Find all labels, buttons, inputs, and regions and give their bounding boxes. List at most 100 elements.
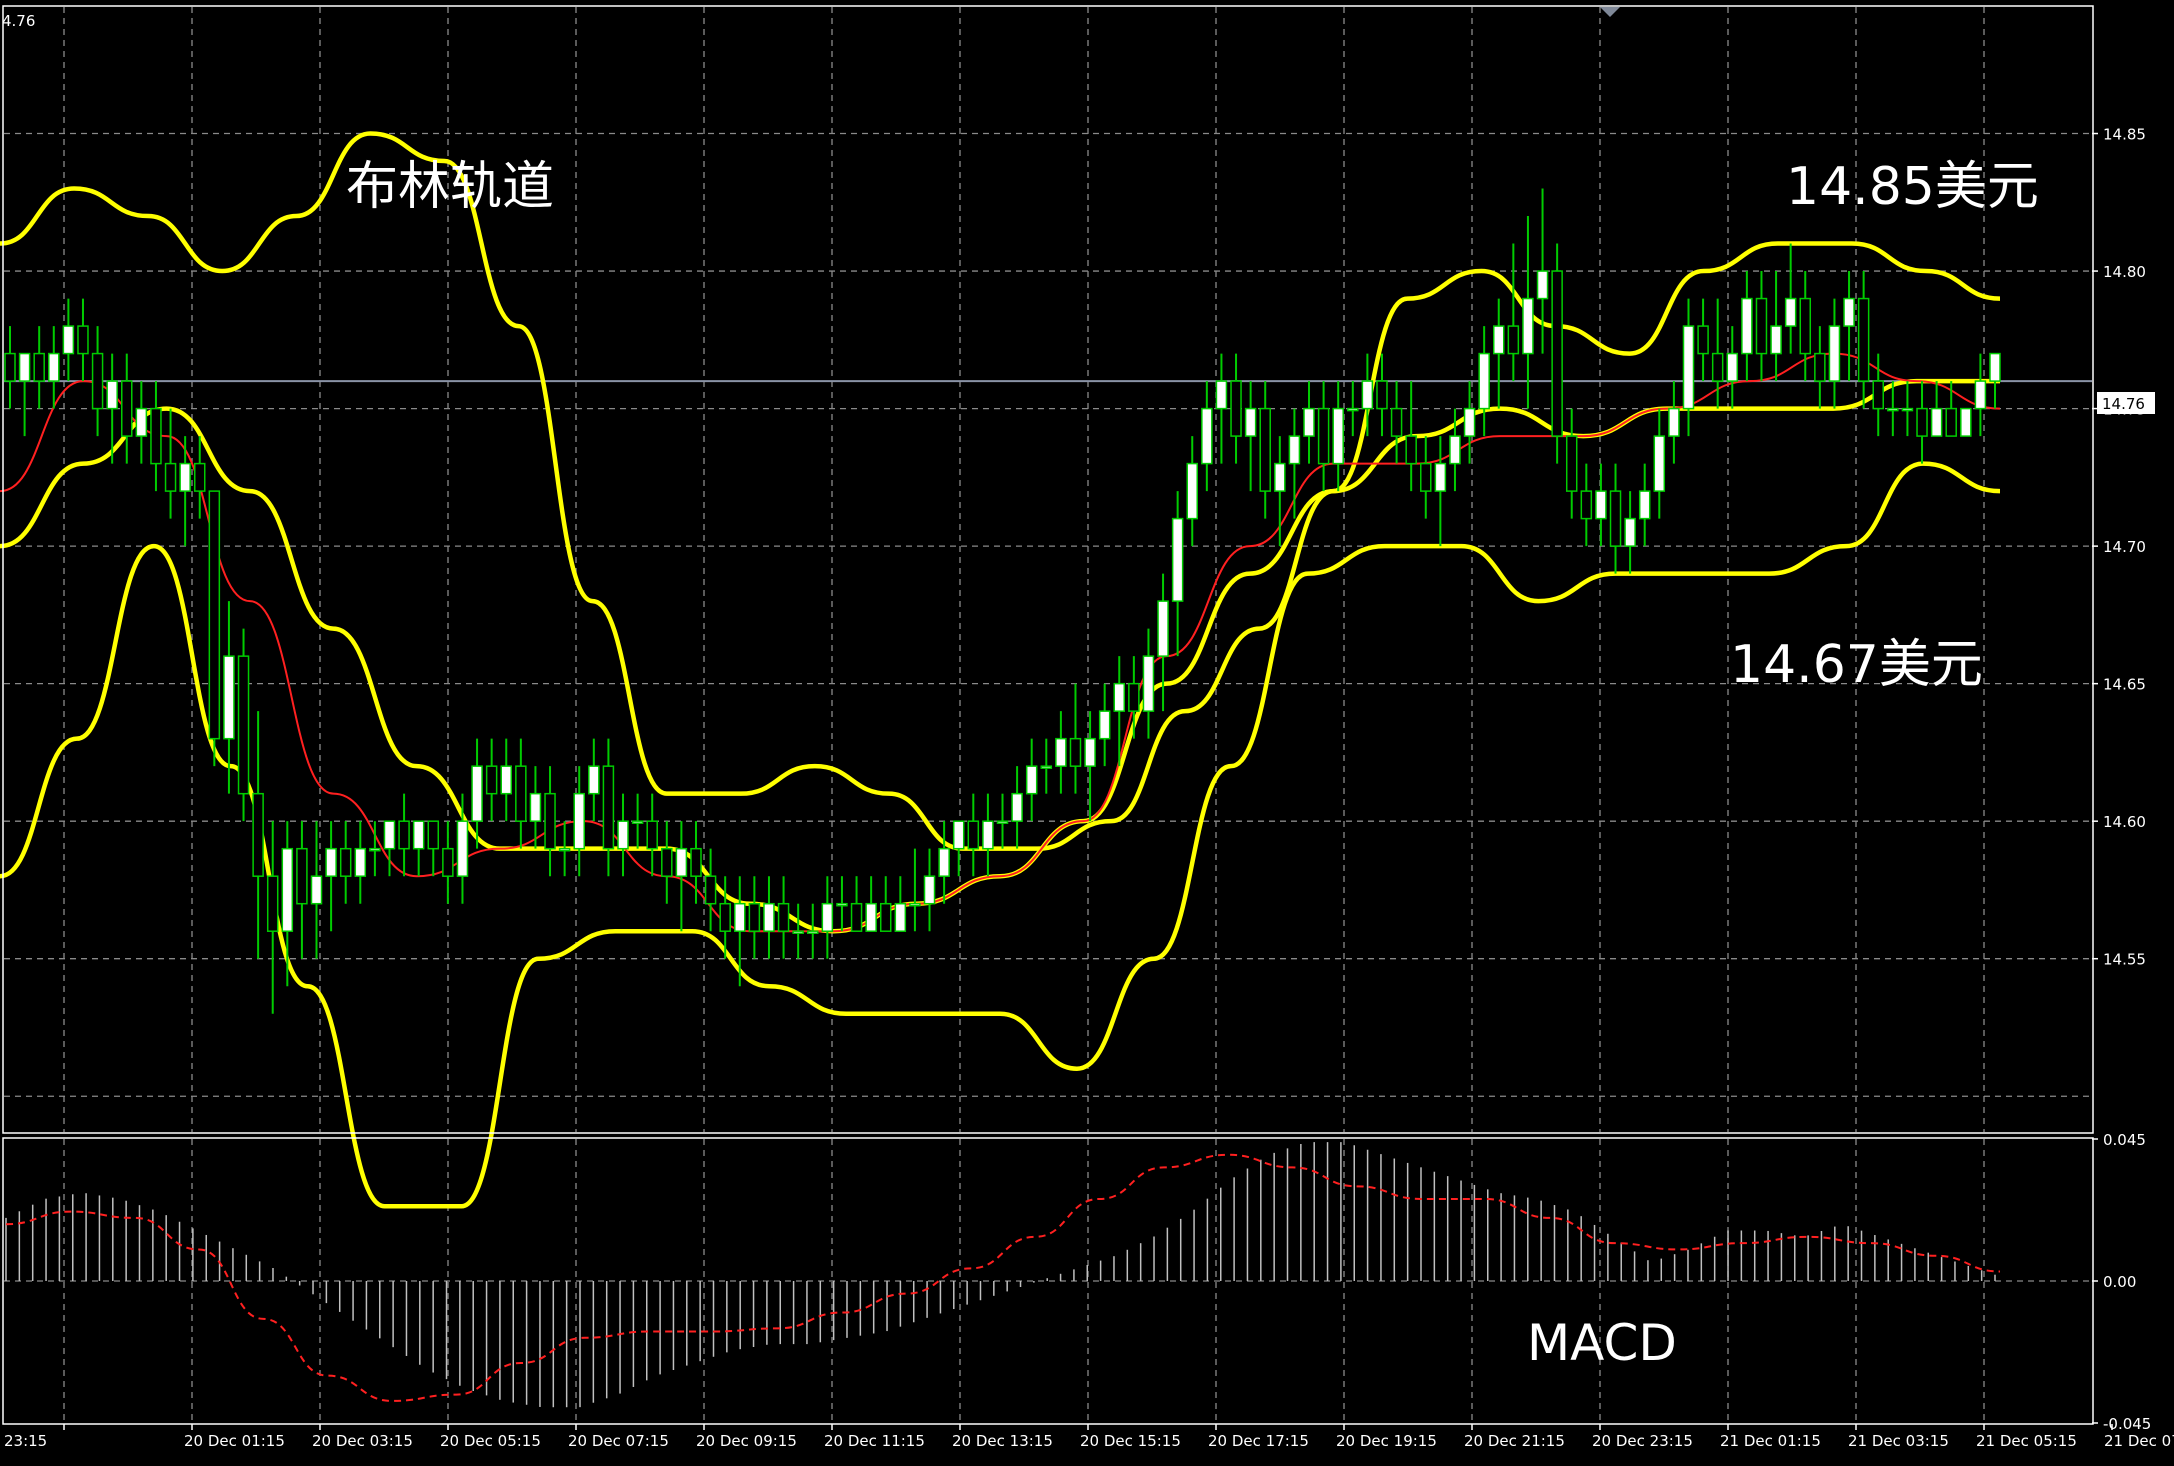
time-axis-label: 21 Dec 05:15	[1976, 1432, 2077, 1450]
candle-body	[1463, 407, 1476, 437]
candle-body	[544, 792, 556, 850]
time-axis-label: 20 Dec 21:15	[1464, 1432, 1565, 1450]
candle-body	[661, 847, 673, 877]
candle-body	[646, 820, 658, 850]
candle-body	[719, 902, 731, 932]
candle-body	[281, 847, 294, 932]
time-axis-label: 21 Dec 07:15	[2104, 1432, 2174, 1450]
candle-body	[1551, 270, 1563, 437]
candle-body	[500, 765, 512, 795]
candle-body	[763, 902, 775, 932]
candle-body	[1960, 407, 1972, 437]
candle-body	[1653, 435, 1666, 492]
candle-body	[938, 847, 950, 877]
candle-body	[1288, 435, 1301, 465]
candle-body	[179, 462, 191, 492]
price-axis-label: 14.85	[2103, 126, 2146, 144]
candle-body	[1814, 352, 1826, 382]
candle-body	[836, 902, 848, 907]
candle-body	[1493, 325, 1505, 355]
candle-body	[1303, 407, 1315, 437]
candle-body	[1638, 490, 1651, 520]
candle-body	[296, 847, 308, 905]
candle-body	[573, 792, 585, 850]
candle-body	[602, 765, 615, 850]
candle-body	[588, 765, 600, 795]
time-axis-label: 20 Dec 11:15	[824, 1432, 925, 1450]
price-chart[interactable]: 14.8514.8014.7514.7014.6514.6014.550.045…	[0, 0, 2174, 1462]
candle-body	[1128, 682, 1140, 712]
price-axis-label: 14.65	[2103, 676, 2146, 694]
candle-body	[1098, 710, 1111, 740]
candle-body	[1390, 407, 1403, 437]
time-axis-label: 20 Dec 19:15	[1336, 1432, 1437, 1450]
candle-body	[748, 902, 761, 932]
candle-body	[1595, 490, 1607, 520]
candle-body	[1857, 297, 1870, 382]
candle-body	[1755, 297, 1768, 355]
candle-body	[529, 792, 542, 822]
candle-body	[777, 902, 790, 932]
candle-body	[398, 820, 410, 850]
candle-body	[1974, 380, 1987, 410]
candle-body	[704, 875, 717, 905]
candle-body	[237, 655, 250, 795]
time-axis-label: 20 Dec 15:15	[1080, 1432, 1181, 1450]
corner-price-label: 4.76	[2, 12, 35, 30]
candle-body	[1887, 407, 1899, 412]
candle-body	[1201, 407, 1213, 465]
price-axis-label: 14.55	[2103, 951, 2146, 969]
candle-body	[1434, 462, 1447, 492]
candle-body	[631, 820, 644, 824]
macd-axis-label: 0.00	[2103, 1273, 2136, 1291]
candle-body	[1930, 407, 1943, 437]
upper-price-annotation: 14.85美元	[1786, 157, 2039, 217]
candle-body	[4, 352, 16, 382]
candle-body	[193, 462, 206, 492]
candle-body	[1507, 325, 1520, 355]
candle-body	[1215, 380, 1228, 410]
time-axis-label: 21 Dec 03:15	[1848, 1432, 1949, 1450]
candle-body	[1843, 297, 1855, 327]
candle-body	[442, 847, 454, 877]
candle-body	[471, 765, 483, 822]
candle-body	[1901, 407, 1914, 412]
candle-body	[982, 820, 994, 850]
candle-body	[675, 847, 688, 877]
candle-body	[1916, 407, 1928, 437]
candle-body	[223, 655, 235, 740]
candle-body	[1040, 765, 1053, 769]
candle-body	[515, 765, 527, 822]
candle-body	[48, 352, 60, 382]
current-price-label: 14.76	[2102, 395, 2145, 413]
candle-body	[266, 875, 279, 932]
candle-body	[383, 820, 396, 850]
candle-body	[734, 902, 746, 932]
candle-body	[1157, 600, 1169, 657]
candle-body	[150, 407, 162, 465]
candle-body	[1770, 325, 1782, 355]
candle-body	[1230, 380, 1242, 437]
chart-window: 14.8514.8014.7514.7014.6514.6014.550.045…	[0, 0, 2174, 1462]
candle-body	[1741, 297, 1753, 355]
candle-body	[1259, 407, 1271, 492]
candle-body	[1069, 737, 1082, 767]
time-axis-label: 20 Dec 03:15	[312, 1432, 413, 1450]
candle-body	[807, 930, 819, 934]
candle-body	[208, 490, 221, 740]
candle-body	[1945, 407, 1957, 437]
candle-body	[792, 930, 804, 934]
time-axis-label: 20 Dec 09:15	[696, 1432, 797, 1450]
candle-body	[1420, 462, 1432, 492]
candle-body	[1522, 297, 1534, 355]
time-axis-label: 23:15	[4, 1432, 47, 1450]
candle-body	[1186, 462, 1198, 520]
candle-body	[1624, 517, 1636, 547]
candle-body	[1171, 517, 1184, 602]
candle-body	[77, 325, 89, 355]
candle-body	[164, 462, 177, 492]
candle-body	[485, 765, 498, 795]
candle-body	[1784, 297, 1797, 327]
time-axis-label: 20 Dec 07:15	[568, 1432, 669, 1450]
candle-body	[1668, 407, 1680, 437]
